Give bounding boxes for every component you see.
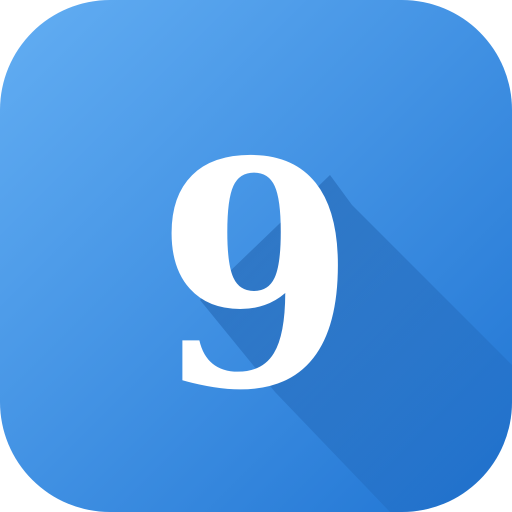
digit-nine: 9: [156, 95, 356, 459]
number-nine-icon: 9: [0, 0, 512, 512]
number-nine-app-icon: 9: [0, 0, 512, 512]
